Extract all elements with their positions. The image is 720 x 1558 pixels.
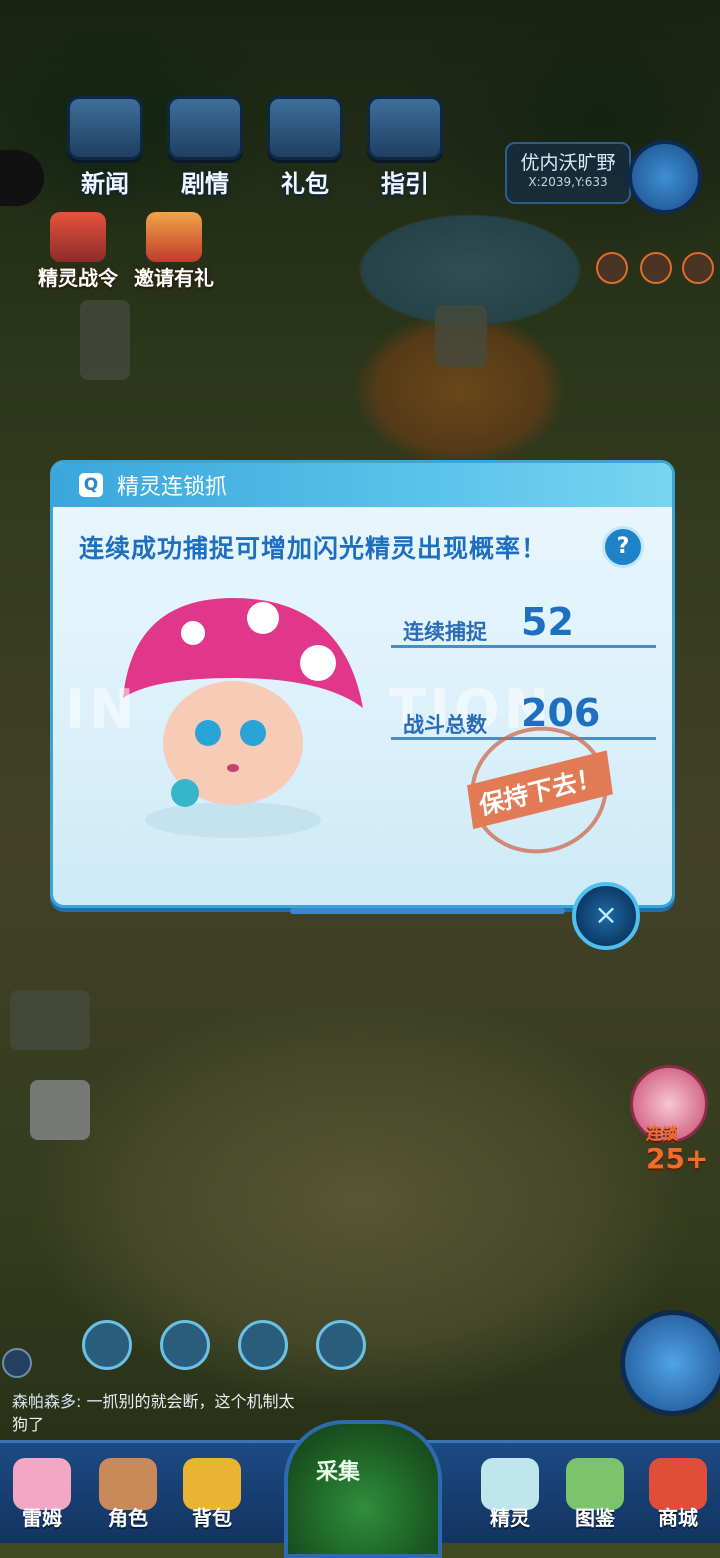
mute-music-icon[interactable] — [640, 252, 672, 284]
nav-backpack[interactable]: 背包 — [172, 1458, 252, 1531]
nav-leimu-label: 雷姆 — [22, 1506, 62, 1530]
chat-speaker: 森帕森多: — [12, 1392, 82, 1411]
dialog-title: 精灵连锁抓 — [117, 475, 228, 500]
guide-monitor-icon — [367, 96, 443, 160]
invite-gift-label: 邀请有礼 — [134, 266, 214, 290]
news-button[interactable]: 新闻 — [60, 96, 150, 199]
battle-pass-label: 精灵战令 — [38, 266, 118, 290]
nav-character-label: 角色 — [108, 1506, 148, 1530]
map-name: 优内沃旷野 — [520, 152, 616, 174]
emote-icon[interactable] — [82, 1320, 132, 1370]
chain-count: 25+ — [646, 1142, 709, 1175]
help-button[interactable]: ? — [602, 526, 644, 568]
nav-spirit[interactable]: 精灵 — [470, 1458, 550, 1531]
search-capture-icon: Q — [79, 473, 103, 497]
chain-label: 连锁 — [646, 1124, 679, 1143]
dialog-underline — [290, 908, 565, 914]
guide-label: 指引 — [381, 170, 429, 198]
collect-label: 采集 — [316, 1460, 361, 1485]
dialog-header: Q 精灵连锁抓 — [53, 463, 672, 507]
stamp-text: 保持下去！ — [467, 750, 613, 830]
consecutive-capture-value: 52 — [521, 600, 574, 644]
nav-leimu[interactable]: 雷姆 — [2, 1458, 82, 1531]
chat-message[interactable]: 森帕森多: 一抓别的就会断，这个机制太狗了 — [12, 1390, 302, 1436]
panda-pet-icon[interactable] — [238, 1320, 288, 1370]
world-map-button[interactable] — [628, 140, 702, 214]
gift-pack-label: 礼包 — [281, 170, 329, 198]
total-battles-label: 战斗总数 — [403, 713, 487, 737]
nav-spirit-label: 精灵 — [490, 1506, 530, 1530]
battle-pass-icon — [50, 212, 106, 262]
chain-count-badge: 连锁 25+ — [646, 1120, 708, 1175]
team-icon[interactable] — [160, 1320, 210, 1370]
battle-pass-button[interactable]: 精灵战令 — [28, 212, 128, 291]
story-monitor-icon — [167, 96, 243, 160]
list-menu-icon[interactable] — [682, 252, 714, 284]
close-dialog-button[interactable]: × — [572, 882, 640, 950]
nav-codex[interactable]: 图鉴 — [555, 1458, 635, 1531]
gift-pack-button[interactable]: 礼包 — [260, 96, 350, 199]
bell-icon[interactable] — [316, 1320, 366, 1370]
chat-bubble-icon[interactable] — [2, 1348, 32, 1378]
map-coordinates: X:2039,Y:633 — [528, 175, 608, 189]
nav-character[interactable]: 角色 — [88, 1458, 168, 1531]
nav-backpack-label: 背包 — [192, 1506, 232, 1530]
guide-button[interactable]: 指引 — [360, 96, 450, 199]
collect-action-button[interactable]: 采集 — [284, 1420, 442, 1558]
story-button[interactable]: 剧情 — [160, 96, 250, 199]
invite-gift-button[interactable]: 邀请有礼 — [124, 212, 224, 291]
newspaper-board-icon — [67, 96, 143, 160]
nav-codex-label: 图鉴 — [575, 1506, 615, 1530]
nav-shop[interactable]: 商城 — [638, 1458, 718, 1531]
invite-gift-icon — [146, 212, 202, 262]
map-location-panel: 优内沃旷野 X:2039,Y:633 — [505, 142, 631, 204]
consecutive-capture-label: 连续捕捉 — [403, 620, 487, 644]
gift-chest-icon — [267, 96, 343, 160]
nav-shop-label: 商城 — [658, 1506, 698, 1530]
stat-divider — [391, 645, 656, 648]
star-wand-skill-button[interactable] — [620, 1310, 720, 1416]
story-label: 剧情 — [181, 170, 229, 198]
chain-capture-dialog: Q 精灵连锁抓 连续成功捕捉可增加闪光精灵出现概率！ ? IN TION 连续捕… — [50, 460, 675, 908]
mute-sound-icon[interactable] — [596, 252, 628, 284]
news-label: 新闻 — [81, 170, 129, 198]
